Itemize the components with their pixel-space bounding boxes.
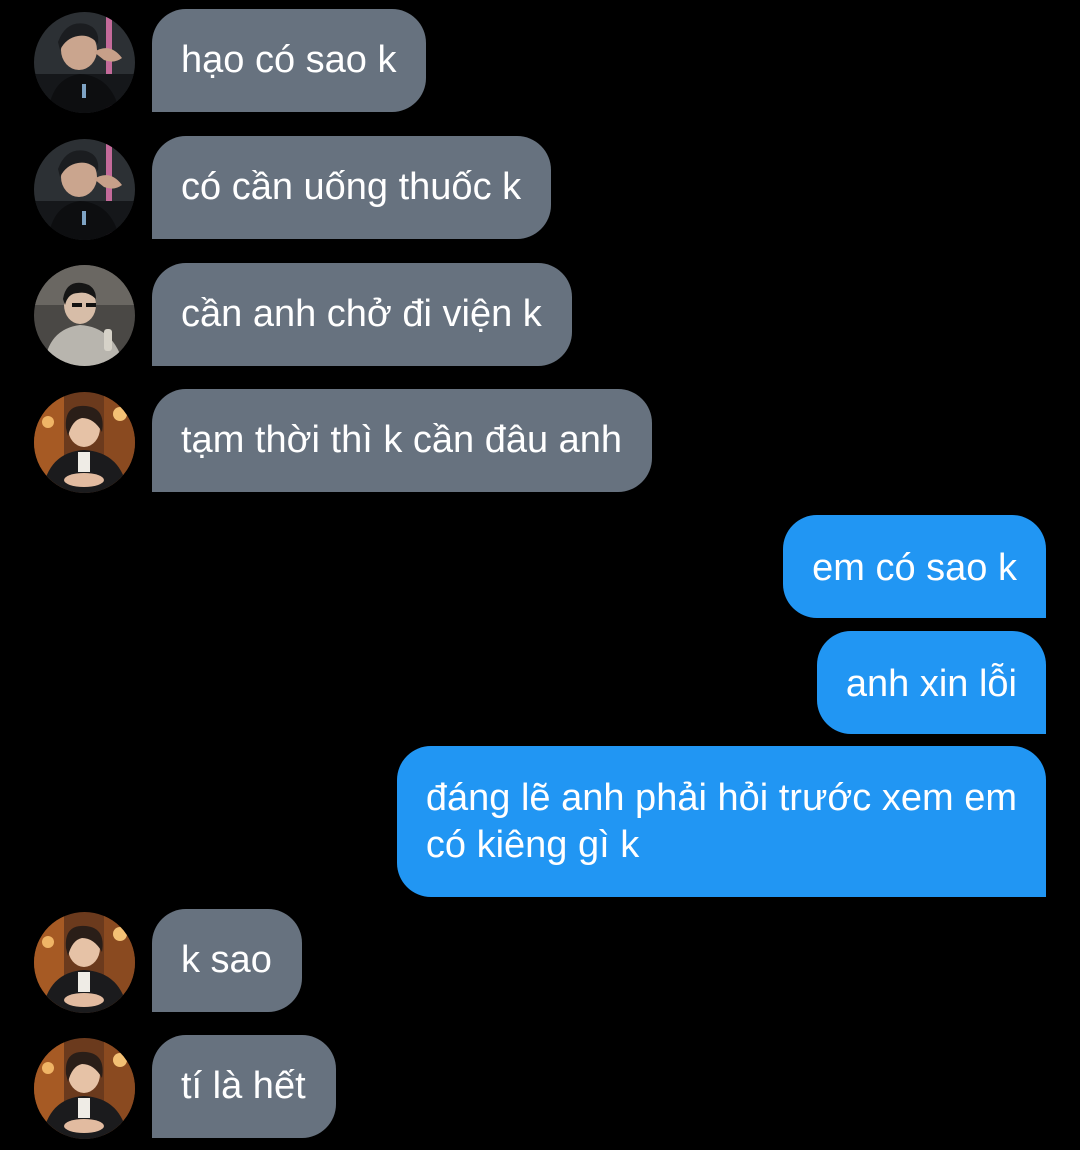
incoming-message-bubble[interactable]: tí là hết xyxy=(152,1035,336,1138)
outgoing-message-bubble[interactable]: đáng lẽ anh phải hỏi trước xem em có kiê… xyxy=(396,746,1046,897)
avatar-warm-room-icon[interactable] xyxy=(34,392,135,493)
avatar-warm-room-icon[interactable] xyxy=(34,912,135,1013)
avatar-warm-room-icon[interactable] xyxy=(34,1038,135,1139)
incoming-message-bubble[interactable]: tạm thời thì k cần đâu anh xyxy=(152,389,653,492)
incoming-message-bubble[interactable]: hạo có sao k xyxy=(152,9,427,112)
avatar-grey-jacket-icon[interactable] xyxy=(34,265,135,366)
incoming-message-bubble[interactable]: cần anh chở đi viện k xyxy=(152,263,572,366)
avatar-dark-shirt-icon[interactable] xyxy=(34,139,135,240)
outgoing-message-bubble[interactable]: anh xin lỗi xyxy=(816,631,1046,734)
incoming-message-bubble[interactable]: có cần uống thuốc k xyxy=(152,136,552,239)
avatar-dark-shirt-icon[interactable] xyxy=(34,12,135,113)
incoming-message-bubble[interactable]: k sao xyxy=(152,909,302,1012)
outgoing-message-bubble[interactable]: em có sao k xyxy=(783,515,1046,618)
